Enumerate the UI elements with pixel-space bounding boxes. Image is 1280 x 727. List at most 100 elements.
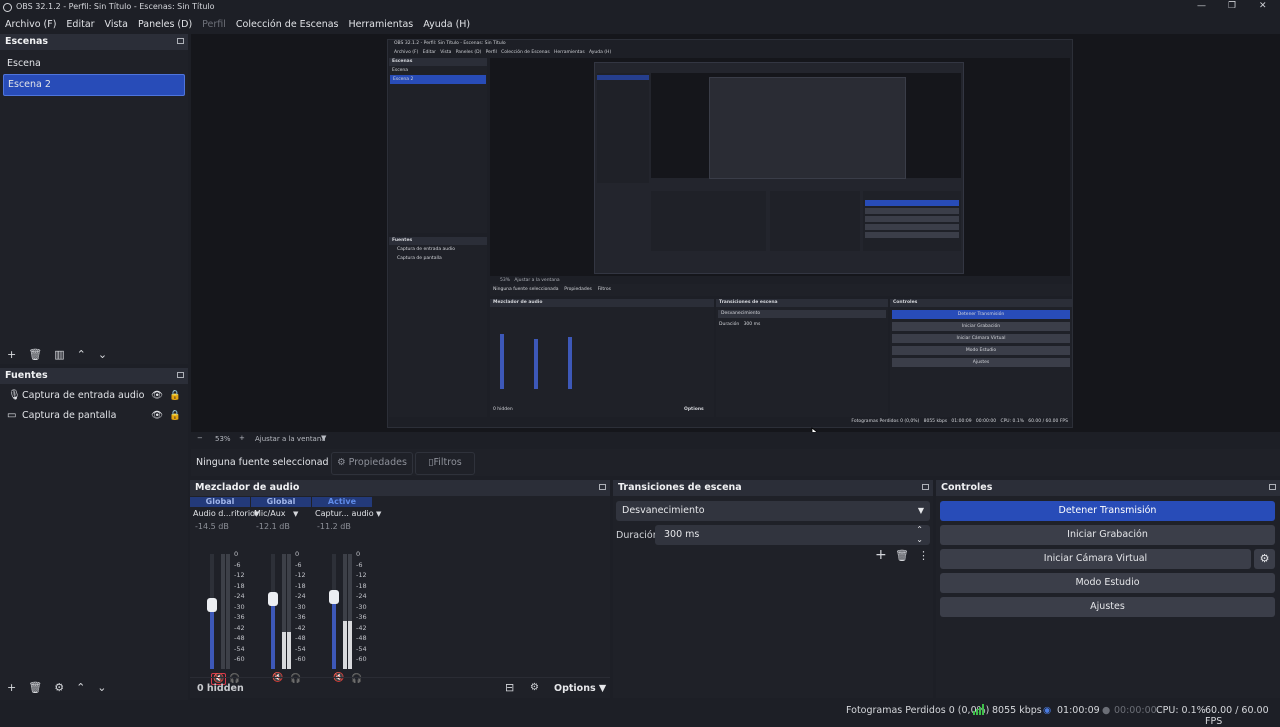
- remove-scene-icon[interactable]: 🗑: [28, 348, 42, 361]
- dock-float-icon[interactable]: [922, 484, 929, 490]
- menu-coleccion-escenas[interactable]: Colección de Escenas: [236, 19, 339, 30]
- start-virtual-cam-button[interactable]: Iniciar Cámara Virtual: [940, 549, 1251, 569]
- mixer-settings-icon[interactable]: ⚙: [530, 682, 539, 693]
- level-meter: [226, 554, 230, 669]
- fit-window-select[interactable]: Ajustar a la ventana: [255, 435, 326, 443]
- duration-input[interactable]: 300 ms ⌃ ⌄: [655, 525, 930, 545]
- channel-name[interactable]: Captur... audio: [315, 509, 374, 518]
- source-item[interactable]: 🎙 Captura de entrada audio 👁 🔒: [0, 386, 188, 406]
- volume-slider-handle[interactable]: [329, 590, 339, 604]
- sources-title: Fuentes: [5, 370, 48, 381]
- transitions-title: Transiciones de escena: [618, 482, 742, 493]
- dock-float-icon[interactable]: [177, 372, 184, 378]
- settings-button[interactable]: Ajustes: [940, 597, 1275, 617]
- scene-item-selected[interactable]: Escena 2: [3, 74, 185, 96]
- transition-select[interactable]: Desvanecimiento ▼: [616, 501, 930, 521]
- dock-float-icon[interactable]: [1269, 484, 1276, 490]
- remove-source-icon[interactable]: 🗑: [28, 681, 42, 694]
- meter-tick-label: -60: [234, 655, 245, 663]
- stop-stream-button[interactable]: Detener Transmisión: [940, 501, 1275, 521]
- menu-ayuda[interactable]: Ayuda (H): [423, 19, 470, 30]
- zoom-in-icon[interactable]: +: [239, 434, 245, 442]
- nested-scene-item-selected: Escena 2: [390, 75, 486, 84]
- level-meter: [221, 554, 225, 669]
- filters-button[interactable]: ▯Filtros: [415, 452, 475, 475]
- meter-tick-label: -54: [295, 644, 306, 653]
- bitrate: 8055 kbps: [992, 705, 1042, 716]
- monitor-icon: ▭: [7, 410, 17, 421]
- channel-name[interactable]: Mic/Aux: [254, 509, 286, 518]
- dock-float-icon[interactable]: [599, 484, 606, 490]
- nested-scene-item: Escena: [392, 68, 409, 73]
- eye-icon[interactable]: 👁: [151, 406, 163, 426]
- nested-settings: Ajustes: [892, 358, 1070, 367]
- chevron-down-icon[interactable]: ▼: [321, 434, 326, 442]
- stepper-down-icon[interactable]: ⌄: [916, 530, 923, 550]
- maximize-icon[interactable]: ❐: [1228, 1, 1236, 11]
- dock-float-icon[interactable]: [177, 38, 184, 44]
- scenes-dock: Escenas Escena Escena 2 + 🗑 ▥ ⌃ ⌄: [0, 34, 188, 364]
- volume-slider[interactable]: [207, 554, 217, 669]
- mixer-header: Mezclador de audio: [190, 480, 610, 496]
- nested-source-item: Captura de pantalla: [397, 256, 442, 261]
- volume-slider[interactable]: [268, 554, 278, 669]
- meter-tick-label: 0: [356, 550, 361, 558]
- studio-mode-button[interactable]: Modo Estudio: [940, 573, 1275, 593]
- add-scene-icon[interactable]: +: [7, 348, 16, 361]
- meter-tick-label: -6: [295, 560, 302, 569]
- eye-icon[interactable]: 👁: [151, 386, 163, 406]
- start-recording-button[interactable]: Iniciar Grabación: [940, 525, 1275, 545]
- move-down-icon[interactable]: ⌄: [98, 348, 107, 361]
- minimize-icon[interactable]: —: [1197, 1, 1206, 11]
- menu-archivo[interactable]: Archivo (F): [5, 19, 56, 30]
- close-icon[interactable]: ✕: [1259, 1, 1267, 11]
- properties-button[interactable]: ⚙ Propiedades: [331, 452, 413, 475]
- nested-preview: [490, 58, 1070, 276]
- more-vertical-icon[interactable]: ⋮: [918, 549, 929, 562]
- volume-slider-handle[interactable]: [268, 592, 278, 606]
- nested-sources-title: Fuentes: [389, 237, 487, 245]
- zoom-out-icon[interactable]: −: [197, 434, 203, 442]
- menu-herramientas[interactable]: Herramientas: [349, 19, 414, 30]
- channel-name[interactable]: Audio d...ritorio: [193, 509, 255, 518]
- meter-tick-label: -18: [295, 581, 306, 590]
- meter-scale: 0 -6 -12 -18 -24 -30 -36 -42 -48 -54 -60: [295, 550, 309, 666]
- channel-menu-chevron-icon[interactable]: ▼: [376, 510, 381, 518]
- move-down-icon[interactable]: ⌄: [97, 681, 106, 694]
- move-up-icon[interactable]: ⌃: [76, 681, 85, 694]
- remove-transition-icon[interactable]: 🗑: [895, 549, 909, 562]
- nested-zoom: 53% Ajustar a la ventana: [500, 278, 560, 283]
- move-up-icon[interactable]: ⌃: [77, 348, 86, 361]
- meter-tick-label: -42: [234, 623, 245, 632]
- meter-tick-label: -24: [295, 592, 306, 600]
- source-item[interactable]: ▭ Captura de pantalla 👁 🔒: [0, 406, 188, 426]
- virtual-cam-settings-icon[interactable]: ⚙: [1254, 549, 1275, 569]
- menu-vista[interactable]: Vista: [105, 19, 128, 30]
- meter-tick-label: -60: [295, 655, 306, 663]
- volume-slider-handle[interactable]: [207, 598, 217, 612]
- channel-db: -11.2 dB: [317, 522, 351, 531]
- scene-item[interactable]: Escena: [0, 54, 188, 74]
- record-icon: ●: [1102, 705, 1111, 716]
- volume-slider[interactable]: [329, 554, 339, 669]
- sources-toolbar: + 🗑 ⚙ ⌃ ⌄: [0, 678, 107, 696]
- mixer-layout-icon[interactable]: ⊟: [505, 681, 514, 694]
- scene-filters-icon[interactable]: ▥: [54, 348, 64, 361]
- menu-editar[interactable]: Editar: [66, 19, 94, 30]
- menu-paneles[interactable]: Paneles (D): [138, 19, 192, 30]
- duration-label: Duración: [616, 530, 659, 541]
- zoom-level: 53%: [215, 435, 231, 443]
- options-menu[interactable]: Options ▼: [554, 683, 606, 694]
- microphone-icon: 🎙: [8, 390, 21, 401]
- channel-menu-chevron-icon[interactable]: ▼: [293, 510, 298, 518]
- add-transition-icon[interactable]: +: [875, 547, 887, 563]
- lock-icon[interactable]: 🔒: [169, 386, 181, 406]
- add-source-icon[interactable]: +: [7, 681, 16, 694]
- meter-tick-label: -30: [234, 602, 245, 611]
- meter-tick-label: -24: [234, 592, 245, 600]
- transitions-header: Transiciones de escena: [613, 480, 933, 496]
- meter-tick-label: -12: [356, 571, 367, 579]
- source-properties-icon[interactable]: ⚙: [54, 681, 64, 694]
- preview-area[interactable]: OBS 32.1.2 - Perfil: Sin Título - Escena…: [191, 34, 1280, 441]
- lock-icon[interactable]: 🔒: [169, 406, 181, 426]
